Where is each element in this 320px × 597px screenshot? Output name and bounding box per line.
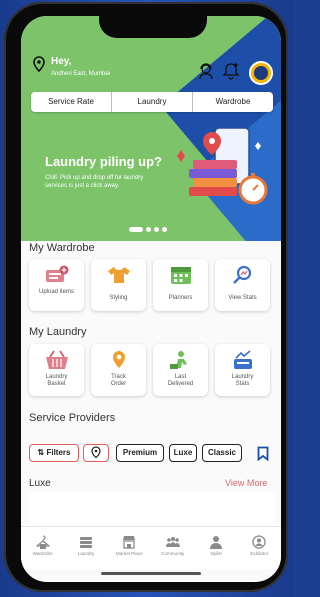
location-pin-icon: [91, 446, 101, 459]
luxe-provider-list: [29, 492, 275, 528]
chip-classic[interactable]: Classic: [202, 444, 242, 462]
section-title-providers: Service Providers: [29, 412, 116, 424]
card-track-order[interactable]: Track Order: [91, 344, 146, 396]
nav-label: Laundry: [77, 551, 95, 556]
card-styling[interactable]: Styling: [91, 259, 146, 311]
location-text[interactable]: Andheri East, Mumbai: [51, 71, 110, 77]
card-label: Last Delivered: [167, 374, 194, 387]
basket-icon: [46, 350, 68, 369]
support-agent-icon[interactable]: [197, 62, 215, 80]
nav-label: Market Place: [115, 551, 143, 556]
home-indicator[interactable]: [101, 572, 201, 575]
person-icon: [209, 536, 222, 549]
tab-service-rate[interactable]: Service Rate: [31, 92, 111, 112]
section-title-wardrobe: My Wardrobe: [29, 242, 95, 254]
location-pin-icon[interactable]: [33, 56, 45, 72]
card-label: Styling: [109, 295, 128, 301]
nav-stylist[interactable]: stylist: [194, 527, 237, 569]
app-screen: Hey, Andheri East, Mumbai Service Rate L…: [21, 16, 281, 582]
section-title-laundry: My Laundry: [29, 326, 87, 338]
nav-label: Community: [161, 551, 185, 556]
nav-market-place[interactable]: Market Place: [108, 527, 151, 569]
bookmark-icon[interactable]: [257, 446, 269, 461]
chip-luxe[interactable]: Luxe: [169, 444, 197, 462]
location-filter-button[interactable]: [83, 444, 109, 462]
service-tabs: Service Rate Laundry Wardrobe: [31, 92, 273, 112]
laundry-stack-icon: [79, 537, 92, 548]
store-icon: [123, 536, 136, 549]
nav-wardrobe[interactable]: Wardrobe: [21, 527, 64, 569]
banner-subtitle: Chill. Pick up and drop off for laundry …: [45, 175, 144, 189]
nav-label: Wardrobe: [32, 551, 53, 556]
card-label: Planners: [168, 295, 193, 301]
card-label: Track Order: [110, 374, 127, 387]
view-more-link[interactable]: View More: [225, 478, 267, 488]
nav-community[interactable]: Community: [151, 527, 194, 569]
pagination-dot[interactable]: [162, 227, 167, 232]
tab-wardrobe[interactable]: Wardrobe: [192, 92, 273, 112]
pagination-dot[interactable]: [129, 227, 143, 232]
hanger-icon: [35, 535, 50, 549]
laundry-stats-icon: [234, 350, 252, 369]
filters-label: Filters: [46, 448, 71, 457]
card-upload-items[interactable]: Upload items: [29, 259, 84, 311]
greeting-text: Hey,: [51, 56, 72, 67]
card-last-delivered[interactable]: Last Delivered: [153, 344, 208, 396]
banner-pagination: [129, 227, 167, 232]
card-planners[interactable]: Planners: [153, 259, 208, 311]
luxe-section-title: Luxe: [29, 478, 51, 489]
hero-section: Hey, Andheri East, Mumbai Service Rate L…: [21, 16, 281, 268]
sort-icon: ⇅: [37, 448, 45, 457]
pagination-dot[interactable]: [146, 227, 151, 232]
exhibitor-icon: [252, 535, 266, 549]
card-laundry-stats[interactable]: Laundry Stats: [215, 344, 270, 396]
calendar-icon: [171, 267, 191, 284]
nav-label: Exhibitor: [250, 551, 269, 556]
camera-notch: [99, 16, 207, 38]
filters-button[interactable]: ⇅ Filters: [29, 444, 79, 462]
card-laundry-basket[interactable]: Laundry Basket: [29, 344, 84, 396]
avatar-image: [254, 66, 268, 80]
card-label: Laundry Stats: [231, 374, 254, 387]
nav-laundry[interactable]: Laundry: [64, 527, 107, 569]
upload-clothes-icon: [46, 265, 69, 282]
card-label: Laundry Basket: [45, 374, 68, 387]
nav-exhibitor[interactable]: Exhibitor: [238, 527, 281, 569]
shirt-icon: [108, 267, 130, 283]
bottom-navbar: Wardrobe Laundry Market Place Community …: [21, 526, 281, 569]
phone-frame: Hey, Andheri East, Mumbai Service Rate L…: [4, 2, 288, 592]
card-label: Upload items: [39, 289, 75, 295]
delivery-icon: [170, 351, 187, 369]
nav-label: stylist: [210, 551, 222, 556]
laundry-illustration: [177, 128, 268, 205]
banner-title: Laundry piling up?: [45, 154, 162, 169]
tab-laundry[interactable]: Laundry: [111, 92, 192, 112]
community-icon: [165, 537, 180, 547]
profile-avatar[interactable]: [249, 61, 273, 85]
notification-bell-icon[interactable]: [222, 62, 240, 80]
card-view-stats[interactable]: View Stats: [215, 259, 270, 311]
card-label: View Stats: [228, 295, 257, 301]
location-pin-icon: [113, 351, 125, 368]
pagination-dot[interactable]: [154, 227, 159, 232]
chip-premium[interactable]: Premium: [116, 444, 164, 462]
stats-search-icon: [233, 265, 252, 284]
